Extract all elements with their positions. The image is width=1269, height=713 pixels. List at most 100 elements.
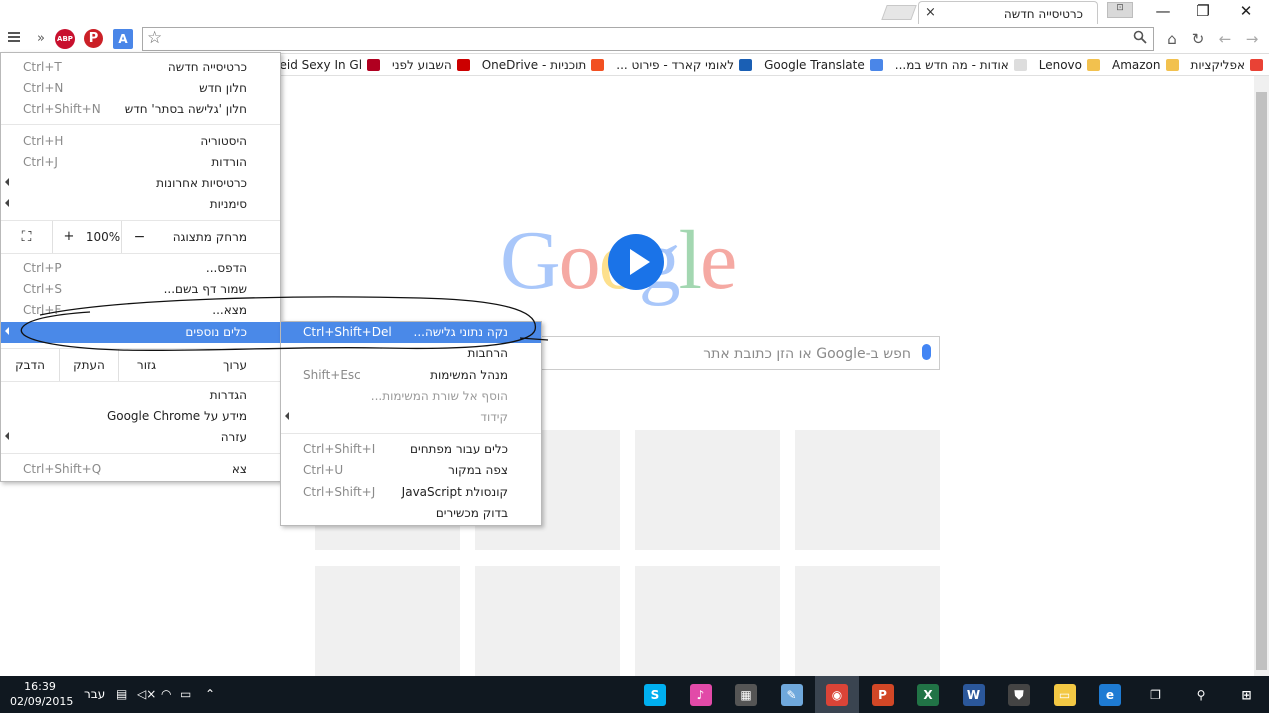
menu-item-incognito[interactable]: חלון 'גלישה בסתר' חדש Ctrl+Shift+N xyxy=(1,99,280,120)
tab-new-tab[interactable]: × כרטיסייה חדשה xyxy=(918,1,1098,25)
skype-icon[interactable]: S xyxy=(633,676,677,713)
task-view-icon[interactable]: ❐ xyxy=(1134,676,1178,713)
edge-icon[interactable]: e xyxy=(1088,676,1132,713)
bookmark-label: Amazon xyxy=(1112,58,1161,72)
most-visited-tile[interactable] xyxy=(635,430,780,550)
scrollbar[interactable] xyxy=(1254,76,1269,676)
menu-item-settings[interactable]: הגדרות xyxy=(1,385,280,406)
calculator-icon[interactable]: ▦ xyxy=(724,676,768,713)
ynet-icon xyxy=(456,59,470,71)
language-indicator[interactable]: עבר xyxy=(84,687,105,701)
fullscreen-icon[interactable]: ⛶ xyxy=(1,221,53,253)
adblock-plus-icon[interactable]: ABP xyxy=(55,29,75,49)
menu-item-print[interactable]: הדפס... Ctrl+P xyxy=(1,258,280,279)
store-icon[interactable]: ⛊ xyxy=(997,676,1041,713)
hamburger-icon[interactable] xyxy=(4,29,24,49)
most-visited-tile[interactable] xyxy=(795,566,940,686)
menu-item-view-source[interactable]: צפה במקור Ctrl+U xyxy=(281,460,541,481)
menu-item-developer-tools[interactable]: כלים עבור מפתחים Ctrl+Shift+I xyxy=(281,439,541,460)
most-visited-tile[interactable] xyxy=(475,566,620,686)
menu-item-encoding[interactable]: קידוד xyxy=(281,407,541,428)
bookmark-item[interactable]: אודות - מה חדש במ... xyxy=(889,54,1033,75)
menu-item-new-window[interactable]: חלון חדש Ctrl+N xyxy=(1,78,280,99)
omnibox[interactable]: ☆ xyxy=(142,27,1154,51)
menu-item-new-tab[interactable]: כרטיסייה חדשה Ctrl+T xyxy=(1,57,280,78)
menu-shortcut: Ctrl+Shift+I xyxy=(303,442,376,456)
bookmark-item[interactable]: Google Translate xyxy=(758,54,889,75)
menu-item-recent-tabs[interactable]: כרטיסיות אחרונות xyxy=(1,173,280,194)
taskbar-app-glyph: W xyxy=(962,683,985,706)
menu-item-save-page[interactable]: שמור דף בשם... Ctrl+S xyxy=(1,279,280,300)
bookmark-item[interactable]: אפליקציות xyxy=(1185,54,1269,75)
word-icon[interactable]: W xyxy=(952,676,996,713)
bookmark-label: השבוע לפני xyxy=(392,58,452,72)
itunes-icon[interactable]: ♪ xyxy=(679,676,723,713)
bookmark-item[interactable]: Amazon xyxy=(1106,54,1185,75)
forward-icon[interactable]: → xyxy=(1242,29,1262,49)
clock-time: 16:39 xyxy=(24,680,56,693)
notifications-icon[interactable]: ▤ xyxy=(116,687,127,701)
search-icon[interactable]: ⚲ xyxy=(1179,676,1223,713)
menu-item-clear-browsing-data[interactable]: נקה נתוני גלישה... Ctrl+Shift+Del xyxy=(281,322,541,343)
copy-button[interactable]: העתק xyxy=(59,349,118,381)
menu-item-inspect-devices[interactable]: בדוק מכשירים xyxy=(281,503,541,524)
volume-mute-icon[interactable]: ◁× xyxy=(137,687,156,701)
menu-item-extensions[interactable]: הרחבות xyxy=(281,343,541,364)
paste-button[interactable]: הדבק xyxy=(1,349,59,381)
wifi-icon[interactable]: ◠ xyxy=(161,687,171,701)
explorer-icon[interactable]: ▭ xyxy=(1043,676,1087,713)
clock[interactable]: 16:39 02/09/2015 xyxy=(10,679,73,709)
menu-item-add-to-taskbar[interactable]: הוסף אל שורת המשימות... xyxy=(281,386,541,407)
taskbar-app-glyph: ⚲ xyxy=(1190,683,1212,706)
scrollbar-thumb[interactable] xyxy=(1256,92,1267,670)
bookmark-item[interactable]: Riley Reid Sexy In Gl... xyxy=(280,54,386,75)
menu-label: קידוד xyxy=(480,410,508,424)
bookmark-item[interactable]: השבוע לפני xyxy=(386,54,476,75)
google-search-box[interactable]: חפש ב-Google או הזן כתובת אתר xyxy=(540,336,940,370)
menu-item-js-console[interactable]: קונסולת JavaScript Ctrl+Shift+J xyxy=(281,482,541,503)
apps-grid-icon xyxy=(1250,59,1263,71)
menu-item-more-tools[interactable]: כלים נוספים xyxy=(1,322,280,343)
most-visited-tile[interactable] xyxy=(315,566,460,686)
bookmark-star-icon[interactable]: ☆ xyxy=(147,28,162,48)
bookmark-item[interactable]: לאומי קארד - פירוט ... xyxy=(610,54,758,75)
play-icon[interactable] xyxy=(608,234,664,290)
bookmark-item[interactable]: Lenovo xyxy=(1033,54,1106,75)
menu-item-downloads[interactable]: הורדות Ctrl+J xyxy=(1,152,280,173)
menu-label: קונסולת JavaScript xyxy=(401,485,508,499)
menu-item-exit[interactable]: צא Ctrl+Shift+Q xyxy=(1,459,280,480)
menu-item-about-chrome[interactable]: מידע על Google Chrome xyxy=(1,406,280,427)
tab-close-icon[interactable]: × xyxy=(925,5,936,20)
most-visited-tile[interactable] xyxy=(795,430,940,550)
menu-item-history[interactable]: היסטוריה Ctrl+H xyxy=(1,131,280,152)
profile-icon[interactable]: ⊡ xyxy=(1107,2,1133,18)
google-translate-icon[interactable]: A xyxy=(113,29,133,49)
menu-item-help[interactable]: עזרה xyxy=(1,427,280,448)
cut-button[interactable]: גזור xyxy=(118,349,174,381)
reload-icon[interactable]: ↻ xyxy=(1188,29,1208,49)
menu-item-bookmarks[interactable]: סימניות xyxy=(1,194,280,215)
paint-icon[interactable]: ✎ xyxy=(770,676,814,713)
zoom-out-button[interactable]: − xyxy=(121,221,157,253)
menu-shortcut: Ctrl+Shift+J xyxy=(303,485,376,499)
microphone-icon[interactable] xyxy=(922,344,931,360)
close-window-button[interactable]: ✕ xyxy=(1231,2,1261,20)
pinterest-icon[interactable]: P xyxy=(84,29,103,48)
home-icon[interactable]: ⌂ xyxy=(1162,29,1182,49)
most-visited-tile[interactable] xyxy=(635,566,780,686)
powerpoint-icon[interactable]: P xyxy=(861,676,905,713)
zoom-in-button[interactable]: + xyxy=(53,221,85,253)
tray-chevron-up-icon[interactable]: ⌃ xyxy=(205,687,215,701)
menu-item-find[interactable]: מצא... Ctrl+F xyxy=(1,300,280,321)
menu-item-task-manager[interactable]: מנהל המשימות Shift+Esc xyxy=(281,365,541,386)
restore-button[interactable]: ❐ xyxy=(1188,2,1218,20)
bookmark-item[interactable]: תוכניות - OneDrive xyxy=(476,54,611,75)
start-icon[interactable]: ⊞ xyxy=(1225,676,1269,713)
overflow-chevron-icon[interactable]: » xyxy=(31,29,51,49)
excel-icon[interactable]: X xyxy=(906,676,950,713)
battery-icon[interactable]: ▭ xyxy=(180,687,191,701)
chrome-icon[interactable]: ◉ xyxy=(815,676,859,713)
minimize-button[interactable]: — xyxy=(1148,2,1178,20)
new-tab-button[interactable] xyxy=(881,5,917,20)
back-icon[interactable]: ← xyxy=(1215,29,1235,49)
